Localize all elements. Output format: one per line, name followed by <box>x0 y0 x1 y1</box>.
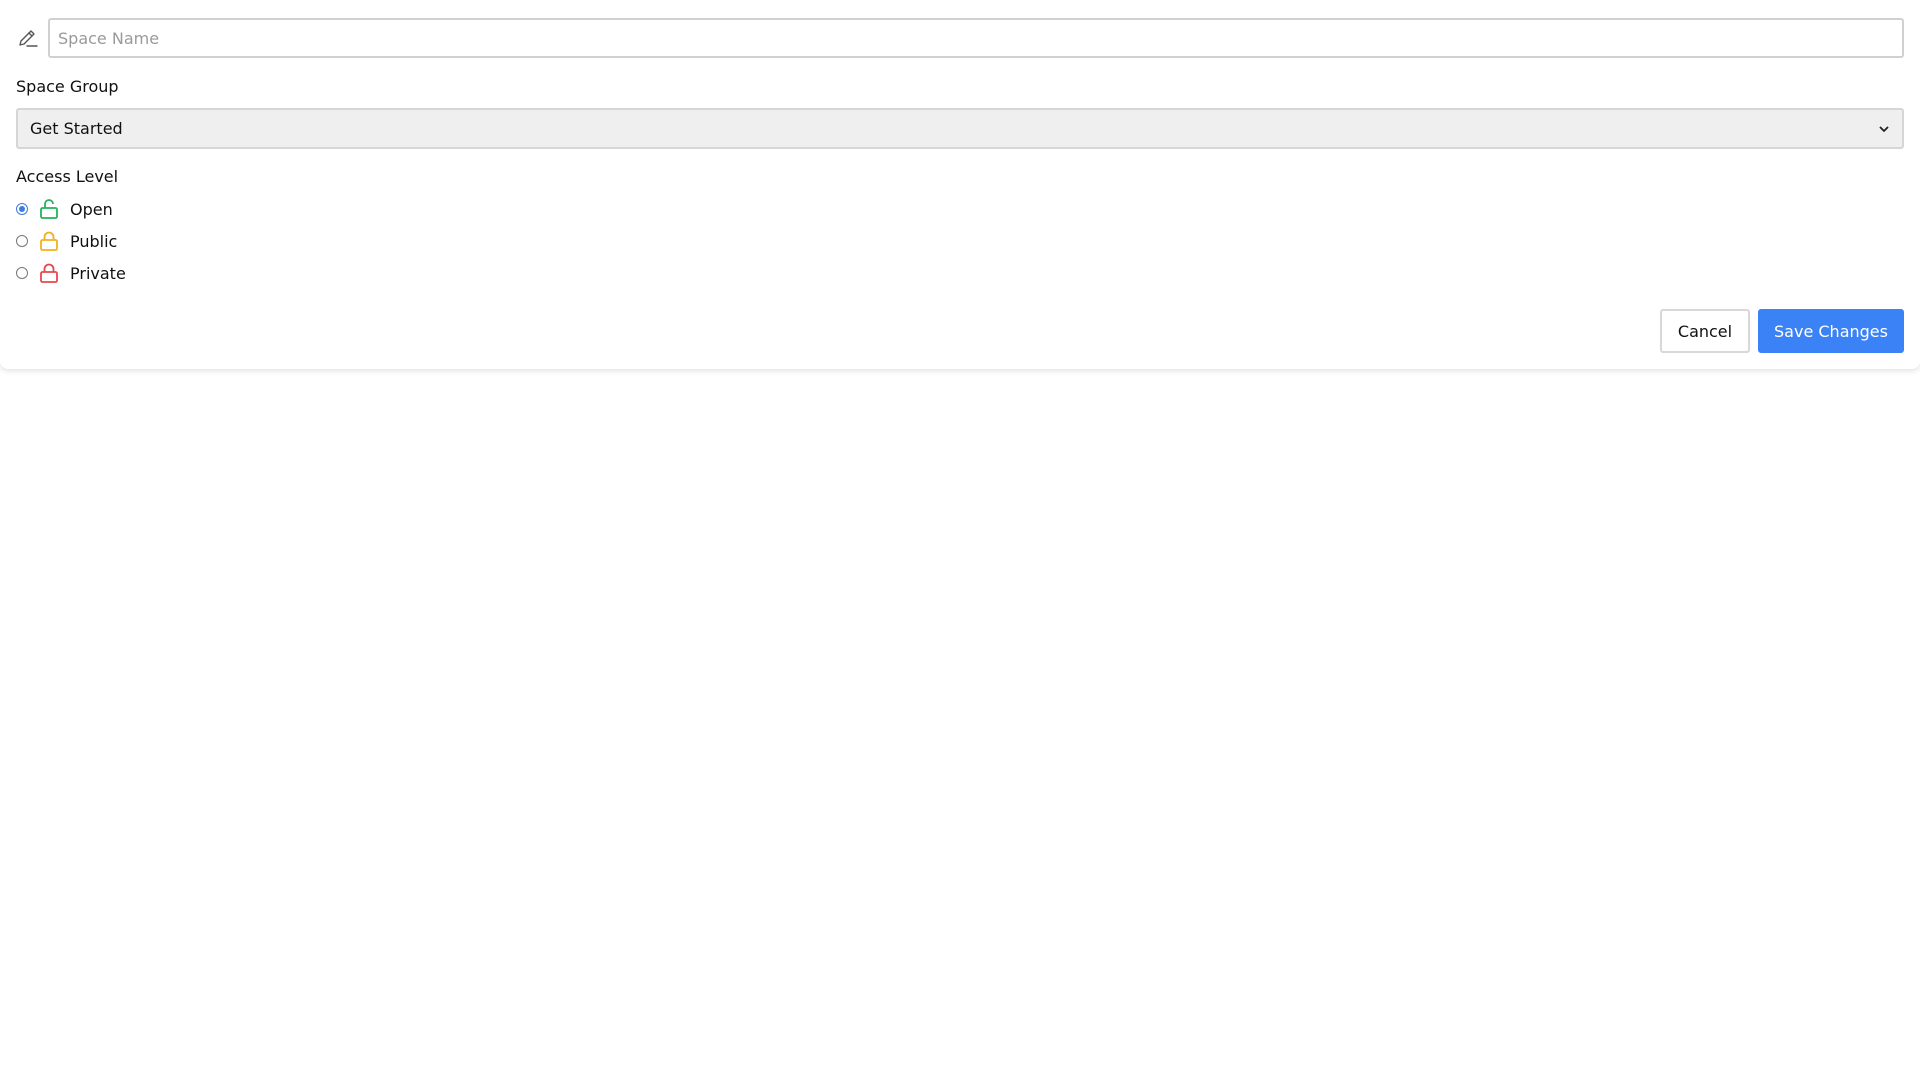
space-name-row <box>16 16 1904 60</box>
lock-icon <box>38 230 60 252</box>
lock-icon <box>38 262 60 284</box>
pencil-icon <box>16 26 40 50</box>
access-option-open[interactable]: Open <box>16 197 113 221</box>
save-changes-button[interactable]: Save Changes <box>1758 309 1904 353</box>
access-level-label: Access Level <box>16 167 119 186</box>
access-option-public[interactable]: Public <box>16 229 117 253</box>
cancel-button[interactable]: Cancel <box>1660 309 1750 353</box>
space-name-input[interactable] <box>48 18 1904 58</box>
edit-space-panel: Space Group Get Started Access Level Ope… <box>0 0 1920 369</box>
access-public-radio[interactable] <box>16 235 28 247</box>
access-private-label: Private <box>70 263 126 283</box>
space-group-label: Space Group <box>16 77 119 96</box>
access-open-label: Open <box>70 199 113 219</box>
chevron-down-icon <box>1878 123 1890 135</box>
space-group-selected-value: Get Started <box>30 119 123 138</box>
space-group-select[interactable]: Get Started <box>16 108 1904 149</box>
access-open-radio[interactable] <box>16 203 28 215</box>
access-public-label: Public <box>70 231 118 251</box>
access-option-private[interactable]: Private <box>16 261 126 285</box>
access-private-radio[interactable] <box>16 267 28 279</box>
unlocked-icon <box>38 198 60 220</box>
